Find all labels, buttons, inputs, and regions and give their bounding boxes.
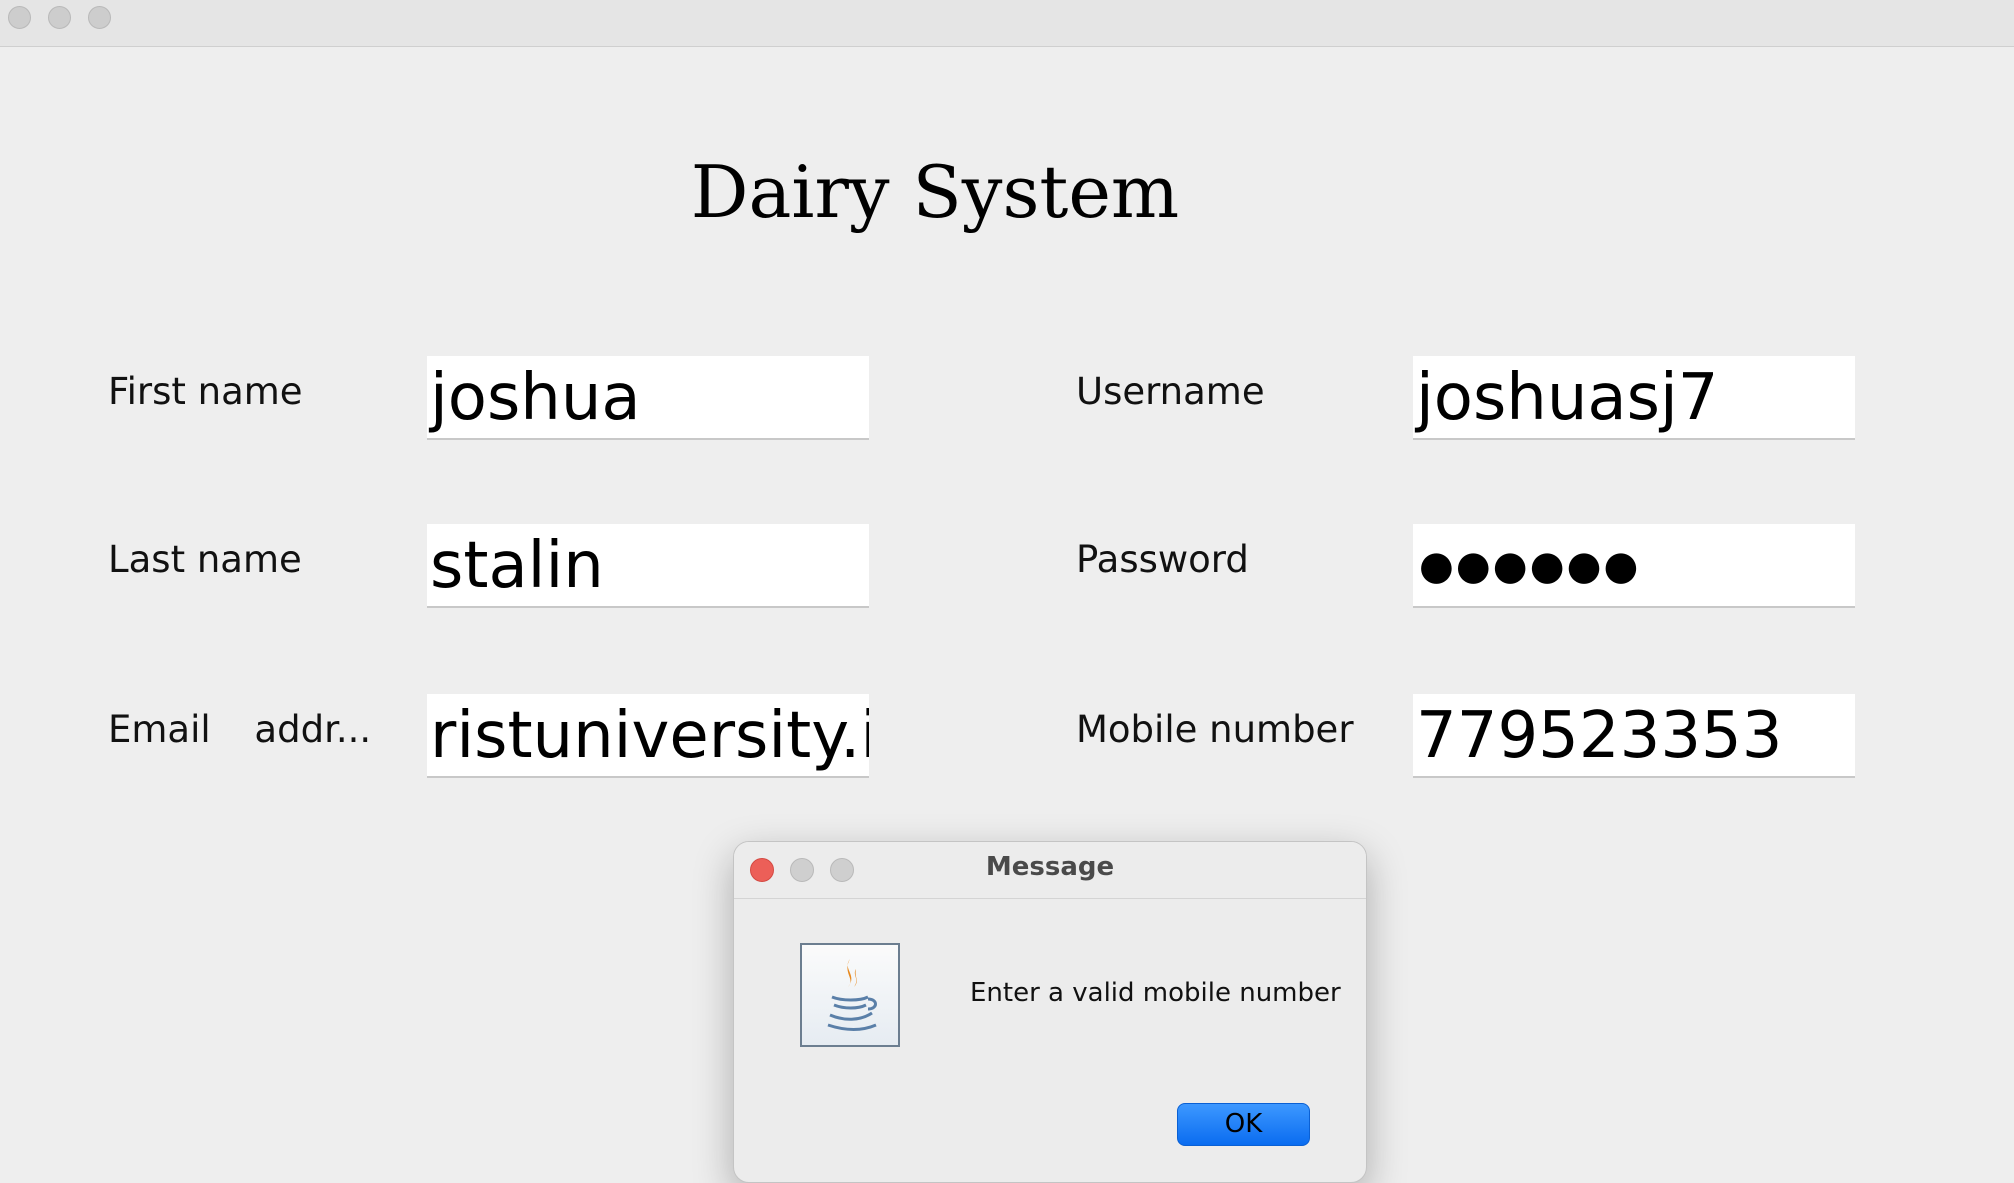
email-label-part2: addr... bbox=[254, 708, 372, 751]
window-zoom-button[interactable] bbox=[88, 6, 111, 29]
username-field[interactable]: joshuasj7 bbox=[1413, 356, 1855, 440]
java-icon bbox=[800, 943, 900, 1047]
password-field[interactable]: ●●●●●● bbox=[1413, 524, 1855, 608]
last-name-field[interactable]: stalin bbox=[427, 524, 869, 608]
dialog-title: Message bbox=[985, 852, 1115, 882]
dialog-message: Enter a valid mobile number bbox=[970, 978, 1341, 1008]
username-label: Username bbox=[1076, 370, 1265, 413]
dialog-titlebar: Message bbox=[734, 842, 1366, 899]
password-label: Password bbox=[1076, 538, 1249, 581]
window-minimize-button[interactable] bbox=[48, 6, 71, 29]
first-name-label: First name bbox=[108, 370, 303, 413]
email-label-part1: Email bbox=[108, 708, 211, 751]
ok-button[interactable]: OK bbox=[1177, 1103, 1310, 1146]
window-close-button[interactable] bbox=[8, 6, 31, 29]
first-name-field[interactable]: joshua bbox=[427, 356, 869, 440]
email-field[interactable]: ristuniversity.in bbox=[427, 694, 869, 778]
email-label: Email addr... bbox=[108, 708, 371, 751]
message-dialog: Message Enter a valid mobile number OK bbox=[733, 841, 1367, 1183]
mobile-number-field[interactable]: 779523353 bbox=[1413, 694, 1855, 778]
app-title: Dairy System bbox=[690, 150, 1180, 234]
window-titlebar bbox=[0, 0, 2014, 47]
mobile-number-label: Mobile number bbox=[1076, 708, 1354, 751]
last-name-label: Last name bbox=[108, 538, 302, 581]
